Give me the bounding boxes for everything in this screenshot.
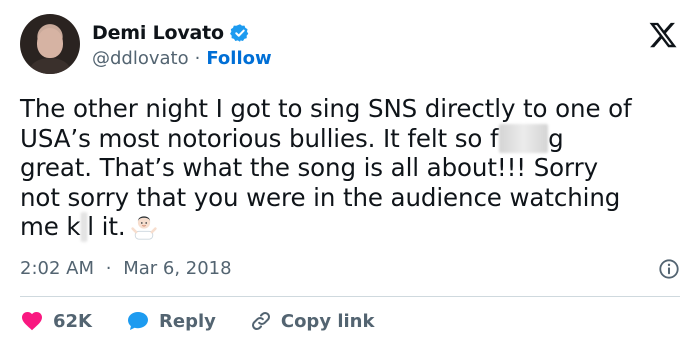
tweet-text-segment: l it. [87, 212, 126, 241]
link-icon [251, 311, 270, 331]
author-name-row: Demi Lovato [92, 22, 250, 44]
author-name[interactable]: Demi Lovato [92, 22, 224, 44]
tweet-line: USA’s most notorious bullies. It felt so… [20, 123, 684, 153]
author-handle[interactable]: @ddlovato [92, 48, 189, 69]
blurred-word: ucki [498, 123, 549, 153]
tweet-timestamp[interactable]: 2:02 AM · Mar 6, 2018 [20, 258, 232, 279]
tweet-text-segment: g [548, 123, 564, 153]
tweet-text: The other night I got to sing SNS direct… [20, 94, 684, 242]
x-logo-icon[interactable] [648, 20, 678, 50]
timestamp-separator: · [105, 258, 112, 279]
heart-icon [22, 312, 42, 331]
tweet-line: The other night I got to sing SNS direct… [20, 94, 632, 123]
reply-button[interactable]: Reply [126, 309, 216, 333]
divider [20, 296, 680, 297]
tweet-line: not sorry that you were in the audience … [20, 182, 621, 212]
info-icon[interactable] [658, 258, 680, 280]
tweet-date: Mar 6, 2018 [123, 258, 232, 279]
handle-separator: · [194, 48, 201, 69]
copy-link-label: Copy link [280, 310, 375, 332]
follow-button[interactable]: Follow [206, 48, 271, 69]
verified-badge-icon [229, 24, 249, 42]
avatar[interactable] [20, 14, 80, 74]
tweet-line: me kil it. [20, 212, 684, 242]
tweet-actions: 62K Reply Copy link [20, 308, 408, 334]
blurred-word: i [80, 212, 88, 242]
tweet-time: 2:02 AM [20, 258, 94, 279]
like-count: 62K [53, 310, 92, 332]
reply-label: Reply [159, 310, 216, 332]
like-button[interactable]: 62K [20, 309, 92, 333]
tweet-line: great. That’s what the song is all about… [20, 153, 598, 182]
tweet-text-segment: me k [20, 212, 81, 241]
copy-link-button[interactable]: Copy link [250, 310, 375, 332]
tweet-text-segment: USA’s most notorious bullies. It felt so… [20, 123, 499, 153]
speech-bubble-icon [128, 312, 148, 330]
author-handle-row: @ddlovato · Follow [92, 48, 272, 69]
person-shrugging-emoji [130, 216, 157, 240]
tweet-card: Demi Lovato @ddlovato · Follow The other… [0, 0, 700, 348]
